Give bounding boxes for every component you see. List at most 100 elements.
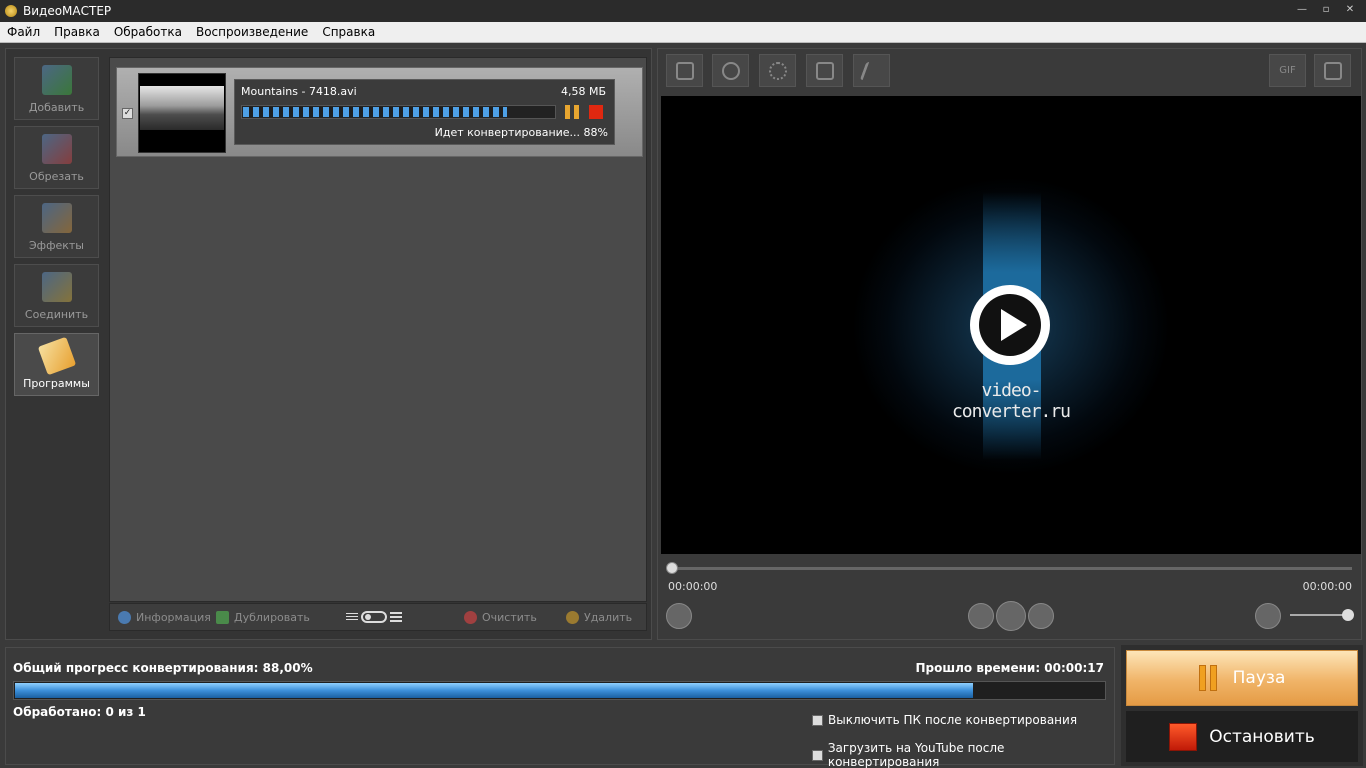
duplicate-label: Дублировать [234, 610, 310, 624]
youtube-checkbox[interactable] [812, 749, 823, 761]
shutdown-option[interactable]: Выключить ПК после конвертирования [812, 713, 1077, 727]
stop-label: Остановить [1209, 726, 1315, 747]
duplicate-button[interactable]: Дублировать [216, 610, 310, 624]
pause-icon [1198, 665, 1221, 691]
menu-edit[interactable]: Правка [54, 25, 100, 39]
file-status: Идет конвертирование... 88% [434, 126, 608, 139]
video-watermark-text: video-converter.ru [951, 380, 1071, 422]
trim-label: Обрезать [29, 170, 84, 183]
action-panel: Пауза Остановить [1121, 645, 1363, 766]
speed-icon [859, 61, 884, 80]
file-progress-fill [243, 107, 508, 117]
join-icon [41, 272, 72, 302]
info-button[interactable]: Информация [118, 610, 211, 624]
menu-bar: Файл Правка Обработка Воспроизведение Сп… [0, 22, 1366, 43]
menu-help[interactable]: Справка [322, 25, 375, 39]
add-video-icon [41, 65, 72, 95]
gif-icon: GIF [1279, 65, 1296, 76]
app-logo-icon [5, 5, 17, 17]
player-panel: GIF video-converter.ru 00:00:00 00:00:00 [657, 48, 1362, 640]
effects-button[interactable]: Эффекты [14, 195, 99, 258]
window-title: ВидеоМАСТЕР [23, 4, 112, 18]
thumbnail-image [140, 86, 224, 130]
file-info-box: Mountains - 7418.avi 4,58 МБ Идет конвер… [234, 79, 615, 145]
watermark-tool-button[interactable] [712, 54, 749, 87]
stop-button[interactable]: Остановить [1126, 711, 1358, 762]
rotate-tool-button[interactable] [806, 54, 843, 87]
close-button[interactable]: ✕ [1338, 0, 1362, 18]
total-progress-bar [13, 681, 1106, 700]
info-label: Информация [136, 610, 211, 624]
elapsed-time: Прошло времени: 00:00:17 [915, 661, 1104, 675]
join-label: Соединить [24, 308, 89, 321]
title-bar: ВидеоМАСТЕР — ▫ ✕ [0, 0, 1366, 22]
shutdown-label: Выключить ПК после конвертирования [828, 713, 1078, 727]
brightness-icon [768, 61, 787, 80]
gif-button[interactable]: GIF [1269, 54, 1306, 87]
time-total: 00:00:00 [1302, 580, 1352, 593]
play-button[interactable] [996, 601, 1026, 631]
list-toolbar: Информация Дублировать Очистить Удалить [109, 603, 647, 631]
info-icon [118, 610, 131, 624]
play-overlay-icon[interactable] [970, 285, 1050, 365]
stop-icon [1169, 722, 1198, 751]
speed-tool-button[interactable] [853, 54, 890, 87]
menu-file[interactable]: Файл [7, 25, 40, 39]
time-current: 00:00:00 [668, 580, 718, 593]
clear-icon [464, 610, 477, 624]
youtube-option[interactable]: Загрузить на YouTube после конвертирован… [812, 741, 1114, 768]
file-list: ✓ Mountains - 7418.avi 4,58 МБ Идет конв… [109, 57, 647, 602]
view-switch[interactable] [361, 611, 387, 623]
crop-tool-button[interactable] [666, 54, 703, 87]
view-toggle[interactable] [346, 611, 402, 623]
file-name: Mountains - 7418.avi [241, 85, 357, 98]
minimize-button[interactable]: — [1290, 0, 1314, 18]
add-label: Добавить [28, 101, 85, 114]
seek-handle[interactable] [666, 562, 678, 574]
trim-button[interactable]: Обрезать [14, 126, 99, 189]
clear-label: Очистить [482, 610, 537, 624]
snapshot-button[interactable] [666, 603, 692, 629]
youtube-label: Загрузить на YouTube после конвертирован… [827, 741, 1005, 768]
conversion-progress-panel: Общий прогресс конвертирования: 88,00% П… [5, 647, 1115, 768]
join-button[interactable]: Соединить [14, 264, 99, 327]
list-item[interactable]: ✓ Mountains - 7418.avi 4,58 МБ Идет конв… [116, 67, 643, 157]
programs-label: Программы [23, 377, 90, 390]
video-thumbnail [138, 73, 226, 153]
progress-title: Общий прогресс конвертирования: 88,00% [13, 661, 313, 675]
rotate-icon [815, 61, 834, 80]
add-button[interactable]: Добавить [14, 57, 99, 120]
menu-process[interactable]: Обработка [114, 25, 182, 39]
file-stop-icon[interactable] [589, 105, 603, 119]
clear-button[interactable]: Очистить [464, 610, 537, 624]
delete-label: Удалить [584, 610, 633, 624]
menu-playback[interactable]: Воспроизведение [196, 25, 308, 39]
programs-button[interactable]: Программы [14, 333, 99, 396]
file-progress-bar [241, 105, 556, 119]
programs-icon [37, 336, 76, 376]
delete-button[interactable]: Удалить [566, 610, 633, 624]
volume-slider[interactable] [1290, 609, 1354, 621]
duplicate-icon [216, 610, 229, 624]
next-frame-button[interactable] [1028, 603, 1054, 629]
list-view-icon [346, 612, 358, 622]
file-panel: Добавить Обрезать Эффекты Соединить Прог… [5, 48, 652, 640]
file-pause-icon[interactable] [565, 105, 579, 119]
volume-handle[interactable] [1342, 609, 1354, 621]
file-checkbox[interactable]: ✓ [122, 108, 133, 119]
pause-button[interactable]: Пауза [1126, 650, 1358, 706]
grid-view-icon [390, 612, 402, 622]
shutdown-checkbox[interactable] [812, 714, 823, 726]
effects-icon [41, 203, 72, 233]
seek-bar[interactable] [666, 562, 1352, 574]
maximize-button[interactable]: ▫ [1314, 0, 1338, 18]
fullscreen-button[interactable] [1314, 54, 1351, 87]
trim-icon [41, 134, 72, 164]
prev-frame-button[interactable] [968, 603, 994, 629]
brightness-tool-button[interactable] [759, 54, 796, 87]
processed-count: Обработано: 0 из 1 [13, 705, 146, 719]
effects-label: Эффекты [29, 239, 84, 252]
video-preview[interactable]: video-converter.ru [661, 96, 1361, 554]
volume-icon[interactable] [1255, 603, 1281, 629]
crop-icon [675, 61, 694, 80]
